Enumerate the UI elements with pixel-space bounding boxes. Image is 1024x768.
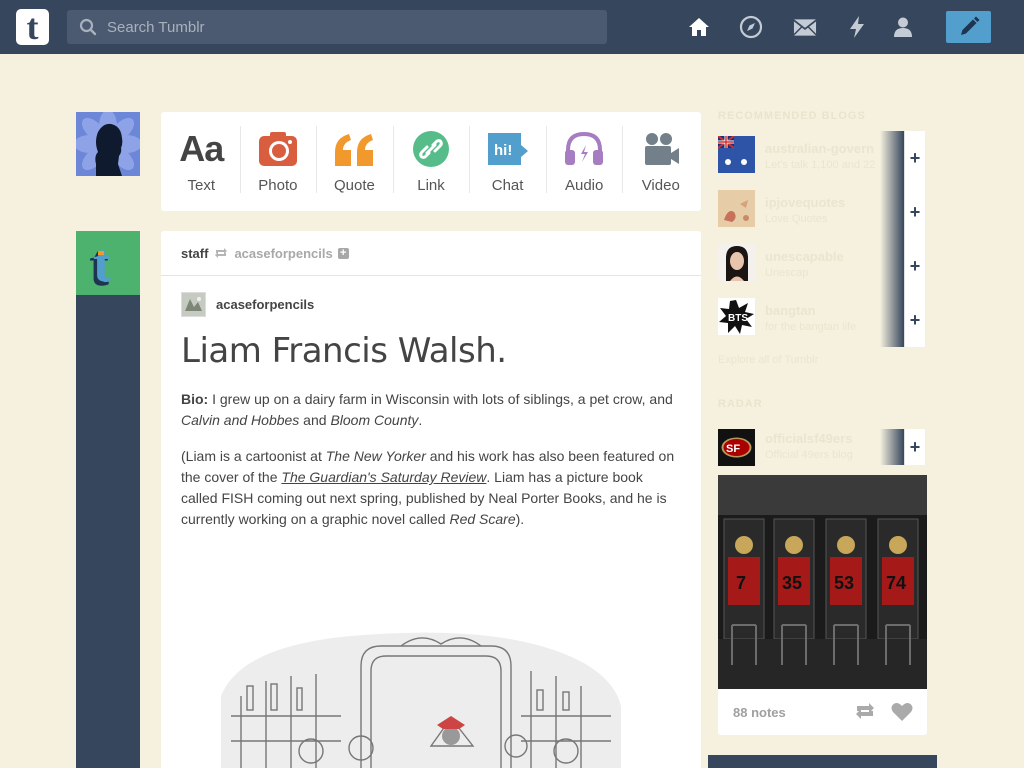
notes-count[interactable]: 88 notes — [733, 705, 786, 720]
guardian-link[interactable]: The Guardian's Saturday Review — [281, 469, 486, 485]
source-avatar[interactable] — [181, 292, 206, 317]
post-text-label: Text — [187, 177, 216, 194]
post-link-button[interactable]: Link — [392, 112, 470, 211]
post-video-label: Video — [641, 177, 680, 194]
top-nav-bar: t — [0, 0, 1024, 54]
radar-post-image[interactable]: 7 35 53 74 — [718, 475, 927, 689]
post-photo-label: Photo — [258, 177, 298, 194]
radar-post-footer: 88 notes — [718, 689, 927, 735]
blog-name: bangtan — [765, 303, 816, 318]
audio-icon — [564, 129, 604, 169]
link-icon — [412, 129, 450, 169]
radar-post: 7 35 53 74 88 notes — [718, 475, 927, 735]
account-icon[interactable] — [891, 15, 915, 39]
explore-icon[interactable] — [739, 15, 763, 39]
follow-button[interactable]: + — [904, 185, 925, 239]
inbox-icon[interactable] — [793, 15, 817, 39]
post-video-button[interactable]: Video — [622, 112, 699, 211]
post-link-label: Link — [417, 177, 445, 194]
post-chat-button[interactable]: hi! Chat — [469, 112, 546, 211]
blog-name: australian-govern — [765, 141, 875, 156]
follow-button[interactable]: + — [904, 293, 925, 347]
search-icon — [79, 18, 97, 36]
search-input[interactable] — [107, 18, 587, 36]
blog-subtitle: for the bangtan life — [765, 321, 857, 333]
blog-avatar — [718, 190, 755, 227]
blog-subtitle: Unescap — [765, 267, 809, 279]
blog-name: unescapable — [765, 249, 844, 264]
post-text-button[interactable]: Aa Text — [163, 112, 240, 211]
bio-paragraph: Bio: I grew up on a dairy farm in Wiscon… — [181, 391, 673, 428]
post-body: Bio: I grew up on a dairy farm in Wiscon… — [181, 389, 677, 530]
follow-button[interactable]: + — [904, 239, 925, 293]
blog-avatar: BTS — [718, 298, 755, 335]
staff-avatar[interactable]: t t — [76, 231, 140, 295]
svg-text:hi!: hi! — [494, 142, 512, 159]
post-photo-button[interactable]: Photo — [239, 112, 317, 211]
home-icon[interactable] — [687, 15, 711, 39]
tumblr-logo[interactable]: t — [16, 9, 49, 45]
text-icon: Aa — [179, 128, 224, 169]
reblog-icon[interactable] — [854, 702, 876, 720]
blog-subtitle: Love Quotes — [765, 213, 828, 225]
camera-icon — [258, 129, 298, 169]
svg-text:SF: SF — [726, 443, 740, 455]
post-title: Liam Francis Walsh. — [181, 331, 507, 371]
blog-subtitle: Let's talk 1,100 and 22 — [765, 159, 876, 171]
post-type-bar: Aa Text Photo Quote Link hi! Chat Audio — [161, 112, 701, 211]
radar-heading: RADAR — [718, 398, 763, 410]
svg-text:t: t — [93, 235, 111, 291]
follow-plus-icon[interactable]: + — [337, 247, 349, 259]
compose-button[interactable] — [946, 11, 991, 43]
info-paragraph: (Liam is a cartoonist at The New Yorker … — [181, 448, 675, 527]
reblogger-name[interactable]: staff — [181, 246, 208, 261]
post-audio-label: Audio — [564, 177, 604, 194]
blog-name: ipjovequotes — [765, 195, 846, 210]
post-header: staff acaseforpencils + — [161, 231, 701, 276]
like-heart-icon[interactable] — [891, 702, 913, 721]
user-avatar[interactable] — [76, 112, 140, 176]
follow-button[interactable]: + — [904, 131, 925, 185]
left-rail: t t — [76, 231, 140, 768]
recommended-blog-1[interactable]: australian-govern Let's talk 1,100 and 2… — [718, 131, 925, 185]
radar-blog[interactable]: SF officialsf49ers Official 49ers blog + — [718, 429, 925, 469]
activity-icon[interactable] — [845, 15, 869, 39]
blog-avatar — [718, 136, 755, 173]
video-icon — [642, 129, 680, 169]
post-quote-button[interactable]: Quote — [316, 112, 393, 211]
sidebar-next-card — [708, 755, 937, 768]
jersey-number: 53 — [834, 573, 854, 593]
svg-text:BTS: BTS — [728, 313, 748, 324]
post-audio-button[interactable]: Audio — [545, 112, 623, 211]
dashboard-post: staff acaseforpencils + acaseforpencils … — [161, 231, 701, 768]
recommended-heading: RECOMMENDED BLOGS — [718, 110, 866, 122]
recommended-blog-3[interactable]: unescapable Unescap + — [718, 239, 925, 293]
post-quote-label: Quote — [334, 177, 375, 194]
jersey-number: 7 — [736, 573, 746, 593]
origin-name[interactable]: acaseforpencils — [234, 246, 332, 261]
search-bar[interactable] — [67, 10, 607, 44]
blog-avatar — [718, 244, 755, 281]
jersey-number: 35 — [782, 573, 802, 593]
blog-subtitle: Official 49ers blog — [765, 449, 853, 461]
blog-avatar: SF — [718, 429, 755, 466]
jersey-number: 74 — [886, 573, 906, 593]
quote-icon — [333, 129, 375, 169]
chat-icon: hi! — [487, 129, 529, 169]
post-source: acaseforpencils — [181, 292, 701, 317]
blog-name: officialsf49ers — [765, 431, 853, 446]
reblog-icon — [215, 248, 228, 258]
explore-all-link[interactable]: Explore all of Tumblr — [718, 354, 818, 366]
recommended-blog-2[interactable]: ipjovequotes Love Quotes + — [718, 185, 925, 239]
recommended-blog-4[interactable]: BTS bangtan for the bangtan life + — [718, 293, 925, 347]
pencil-icon — [960, 16, 979, 35]
follow-button[interactable]: + — [904, 429, 925, 465]
cartoon-illustration — [221, 632, 621, 768]
post-chat-label: Chat — [491, 177, 524, 194]
source-name[interactable]: acaseforpencils — [216, 297, 314, 312]
